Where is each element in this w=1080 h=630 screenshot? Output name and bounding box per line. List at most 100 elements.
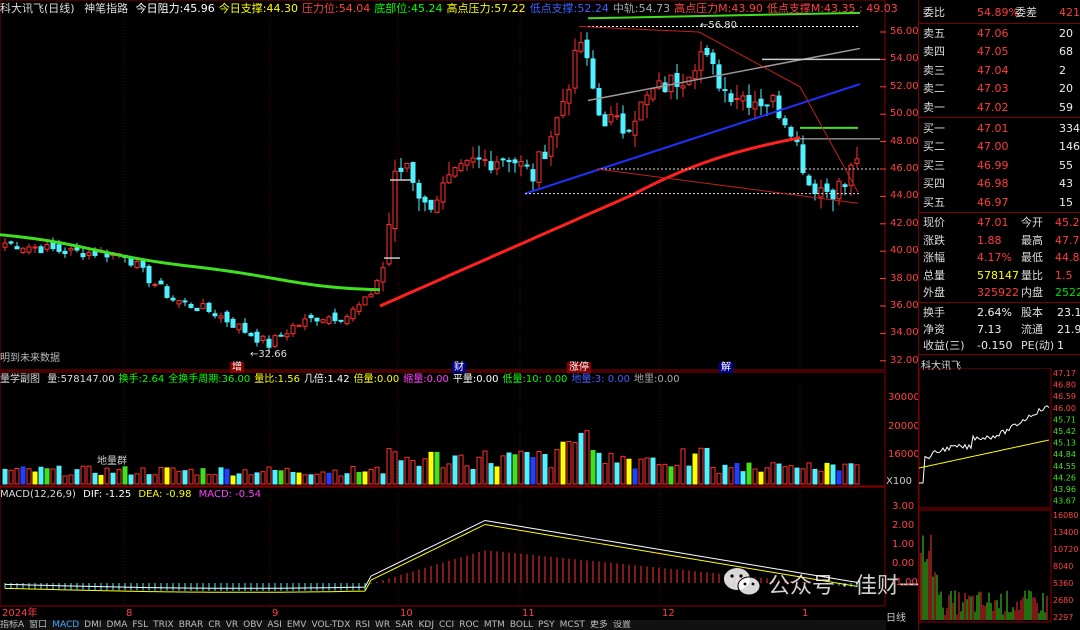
volume-item-3: 量比:1.56 xyxy=(254,374,300,385)
volume-bar xyxy=(710,466,716,485)
mini-volume-tick: 5360 xyxy=(1053,579,1073,588)
up-candle xyxy=(134,260,140,269)
indicator-tab-2[interactable]: MACD xyxy=(52,620,79,630)
up-candle xyxy=(836,180,842,200)
indicator-tab-5[interactable]: FSL xyxy=(132,620,148,630)
indicator-tab-25[interactable]: 设置 xyxy=(613,620,631,630)
volume-bar xyxy=(698,447,704,485)
indicator-tab-7[interactable]: BRAR xyxy=(179,620,203,630)
volume-bar xyxy=(716,472,722,485)
down-candle xyxy=(704,48,710,56)
volume-bar xyxy=(782,466,788,485)
down-candle xyxy=(62,250,68,255)
indicator-tab-13[interactable]: VOL-TDX xyxy=(311,620,350,630)
volume-bar xyxy=(818,470,824,485)
indicator-tab-11[interactable]: ASI xyxy=(267,620,282,630)
indicator-tab-21[interactable]: BOLL xyxy=(510,620,533,630)
up-candle xyxy=(404,162,410,169)
down-candle xyxy=(164,286,170,298)
indicator-tab-3[interactable]: DMI xyxy=(84,620,101,630)
mini-volume-tick: 2680 xyxy=(1053,596,1073,605)
indicator-tab-24[interactable]: 更多 xyxy=(590,620,608,630)
volume-bar xyxy=(596,452,602,485)
up-candle xyxy=(44,244,50,250)
indicator-tab-14[interactable]: RSI xyxy=(355,620,370,630)
volume-bar xyxy=(152,474,158,485)
up-candle xyxy=(632,120,638,136)
indicator-tab-17[interactable]: KDJ xyxy=(418,620,434,630)
volume-bar xyxy=(50,468,56,485)
indicator-tab-16[interactable]: SAR xyxy=(395,620,413,630)
down-candle xyxy=(530,169,536,182)
up-candle xyxy=(68,247,74,251)
volume-item-8: 低量:10: 0.00 xyxy=(502,374,568,385)
indicator-tab-22[interactable]: PSY xyxy=(538,620,555,630)
macd-tick: -1.00 xyxy=(892,577,918,588)
down-candle xyxy=(422,196,428,203)
volume-bar xyxy=(602,463,608,485)
bid-row: 买五 46.97 15 xyxy=(923,195,1073,209)
price-tick: 40.00 xyxy=(890,245,919,257)
candlestick-chart[interactable] xyxy=(0,0,886,630)
indicator-tab-1[interactable]: 窗口 xyxy=(29,620,47,630)
volume-bar xyxy=(548,467,554,485)
mini-price-tick: 44.55 xyxy=(1053,462,1076,471)
event-marker-解[interactable]: 解 xyxy=(719,362,733,373)
up-candle xyxy=(770,95,776,102)
down-candle xyxy=(8,241,14,244)
indicator-tab-6[interactable]: TRIX xyxy=(153,620,174,630)
indicator-tabs[interactable]: 指标A 窗口 MACD DMI DMA FSL TRIX BRAR CR VR OBV ASI EMV V… xyxy=(0,620,886,630)
red-channel-line xyxy=(578,26,859,193)
indicator-tab-8[interactable]: CR xyxy=(208,620,221,630)
macd-title[interactable]: MACD(12,26,9) xyxy=(0,489,76,500)
indicator-tab-12[interactable]: EMV xyxy=(287,620,307,630)
intraday-mini-chart[interactable]: 47.17 46.80 46.59 46.00 45.71 45.42 45.13 44.84… xyxy=(919,368,1080,630)
up-candle xyxy=(200,303,206,310)
up-candle xyxy=(608,114,614,123)
mini-price-tick: 43.67 xyxy=(1053,497,1076,506)
indicator-tab-9[interactable]: VR xyxy=(226,620,238,630)
volume-bar xyxy=(332,469,338,485)
volume-bar xyxy=(506,452,512,485)
bid-row: 买四 46.98 43 xyxy=(923,177,1073,191)
price-tick: 48.00 xyxy=(890,135,919,147)
high-price-label: ←56.80 xyxy=(700,20,738,31)
indicator-name[interactable]: 神笔指路 xyxy=(84,2,128,15)
volume-bar xyxy=(836,470,842,485)
macd-dif: DIF: -1.25 xyxy=(83,489,132,500)
volume-bar xyxy=(740,471,746,485)
indicator-tab-0[interactable]: 指标A xyxy=(0,620,24,630)
event-marker-增[interactable]: 增 xyxy=(230,362,244,373)
event-marker-涨停[interactable]: 涨停 xyxy=(567,362,591,373)
up-candle xyxy=(548,136,554,157)
indicator-tab-18[interactable]: CCI xyxy=(439,620,454,630)
indicator-tab-20[interactable]: MTM xyxy=(484,620,505,630)
header-item-1: 今日支撑:44.30 xyxy=(218,2,299,15)
daily-tab[interactable]: 日线 xyxy=(886,609,906,624)
indicator-tab-10[interactable]: OBV xyxy=(243,620,262,630)
up-candle xyxy=(482,159,488,162)
indicator-tab-4[interactable]: DMA xyxy=(107,620,128,630)
down-candle xyxy=(626,129,632,132)
macd-tick: 3.00 xyxy=(892,501,915,512)
volume-bar xyxy=(260,471,266,485)
indicator-tab-15[interactable]: WR xyxy=(375,620,390,630)
volume-item-2: 全换手周期:36.00 xyxy=(168,374,251,385)
down-candle xyxy=(188,303,194,308)
down-candle xyxy=(56,244,62,252)
down-candle xyxy=(488,161,494,171)
down-candle xyxy=(524,164,530,167)
up-candle xyxy=(554,117,560,136)
volume-bar xyxy=(80,465,86,485)
low-price-label: ←32.66 xyxy=(250,349,288,360)
event-marker-财[interactable]: 财 xyxy=(452,362,466,373)
quote-panel: 委比 54.89% 委差 421 卖五 47.06 20 卖四 47.05 68 卖三 47.… xyxy=(918,0,1080,630)
volume-bar xyxy=(362,471,368,485)
volume-bar xyxy=(500,455,506,485)
indicator-tab-19[interactable]: ROC xyxy=(459,620,479,630)
down-candle xyxy=(398,167,404,172)
volume-title[interactable]: 量学副图 xyxy=(0,374,40,385)
indicator-tab-23[interactable]: MCST xyxy=(560,620,585,630)
volume-bar xyxy=(2,468,8,485)
chart-area[interactable]: 科大讯飞(日线) 神笔指路 今日阻力:45.96 今日支撑:44.30 压力位:54… xyxy=(0,0,965,630)
